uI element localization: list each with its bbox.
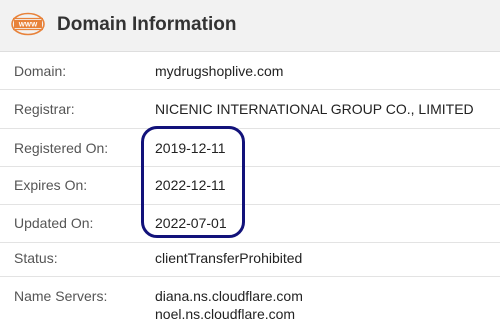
name-servers-label: Name Servers: xyxy=(14,288,108,304)
www-icon-text: WWW xyxy=(19,22,38,29)
domain-row: Domain: mydrugshoplive.com xyxy=(0,52,500,90)
status-label: Status: xyxy=(14,250,58,266)
page-title: Domain Information xyxy=(57,14,237,35)
domain-information-panel: WWW Domain Information Domain: mydrugsho… xyxy=(0,0,500,332)
registrar-label: Registrar: xyxy=(14,101,75,117)
expires-on-label: Expires On: xyxy=(14,177,88,193)
registrar-value: NICENIC INTERNATIONAL GROUP CO., LIMITED xyxy=(155,101,474,117)
domain-label: Domain: xyxy=(14,63,67,79)
updated-on-label: Updated On: xyxy=(14,215,94,231)
name-server-1: diana.ns.cloudflare.com xyxy=(155,288,303,304)
expires-on-row: Expires On: 2022-12-11 xyxy=(0,167,500,205)
globe-www-icon: WWW xyxy=(11,12,45,36)
updated-on-row: Updated On: 2022-07-01 xyxy=(0,205,500,243)
updated-on-value: 2022-07-01 xyxy=(155,215,227,231)
expires-on-value: 2022-12-11 xyxy=(155,177,226,193)
panel-header: WWW Domain Information xyxy=(0,0,500,52)
registrar-row: Registrar: NICENIC INTERNATIONAL GROUP C… xyxy=(0,90,500,129)
name-server-2: noel.ns.cloudflare.com xyxy=(155,306,296,322)
domain-value: mydrugshoplive.com xyxy=(155,63,284,79)
name-servers-row: Name Servers: diana.ns.cloudflare.com no… xyxy=(0,277,500,332)
status-value: clientTransferProhibited xyxy=(155,250,303,266)
registered-on-label: Registered On: xyxy=(14,140,109,156)
registered-on-row: Registered On: 2019-12-11 xyxy=(0,129,500,167)
registered-on-value: 2019-12-11 xyxy=(155,140,226,156)
status-row: Status: clientTransferProhibited xyxy=(0,243,500,277)
